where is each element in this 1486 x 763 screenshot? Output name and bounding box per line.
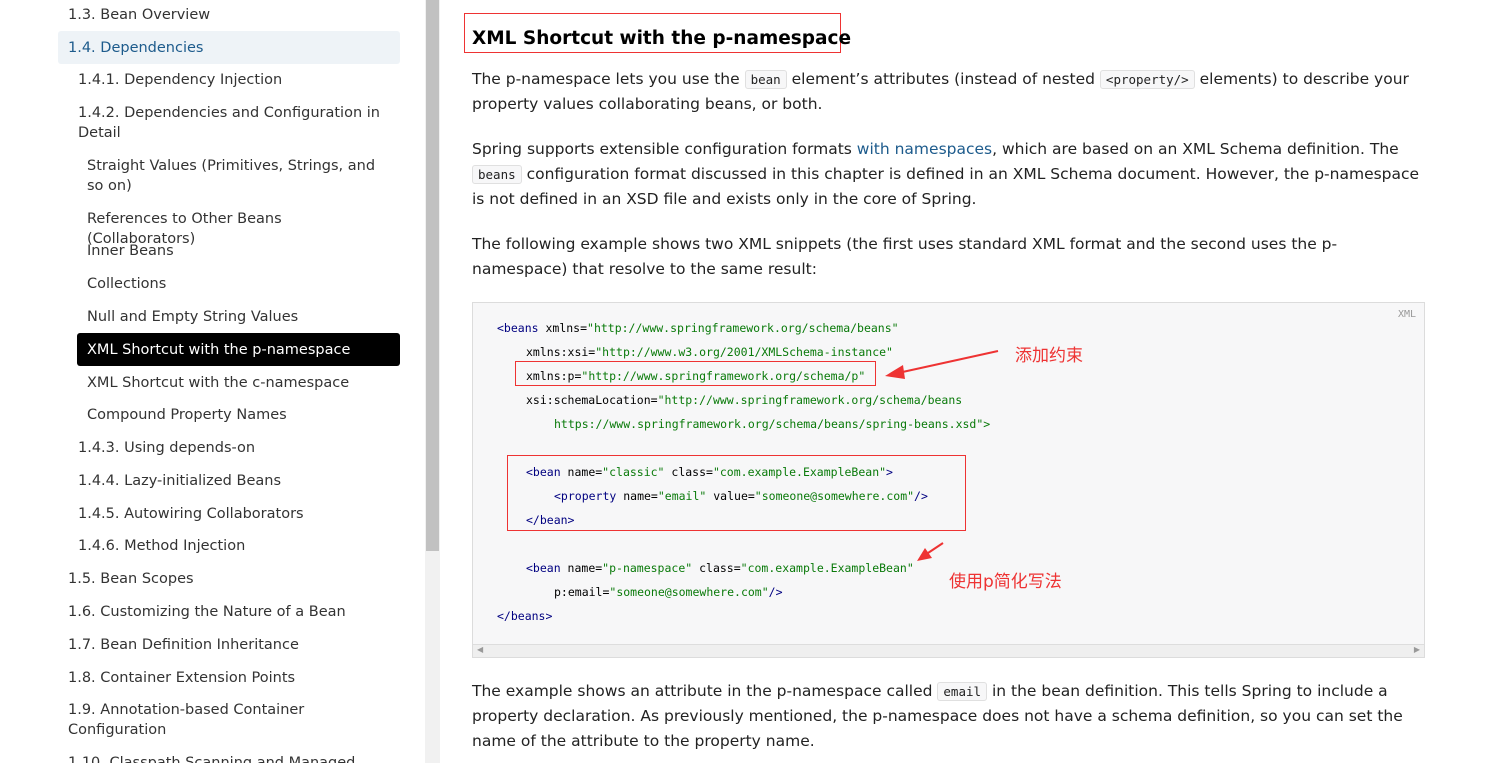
annotation-box-classic-bean [507, 455, 966, 531]
inline-code: email [937, 682, 988, 701]
arrow-line-1 [897, 350, 999, 374]
main-content: XML Shortcut with the p-namespace The p-… [440, 0, 1486, 763]
code-line: </beans> [497, 609, 553, 623]
arrow-head-1 [885, 365, 905, 379]
text: configuration format discussed in this c… [472, 165, 1420, 208]
toc-item[interactable]: 1.4.5. Autowiring Collaborators [78, 504, 388, 524]
toc-item[interactable]: 1.9. Annotation-based Container Configur… [68, 700, 398, 740]
toc-item[interactable]: Collections [87, 274, 392, 294]
code-line: xmlns:xsi="http://www.w3.org/2001/XMLSch… [526, 345, 893, 359]
toc-item[interactable]: Inner Beans [87, 241, 392, 261]
toc-item[interactable]: 1.10. Classpath Scanning and Managed [68, 753, 398, 763]
toc-item[interactable]: 1.4. Dependencies [68, 38, 398, 58]
toc-item[interactable]: Null and Empty String Values [87, 307, 392, 327]
scroll-left-icon[interactable]: ◀ [477, 645, 483, 654]
inline-code: beans [472, 165, 522, 184]
code-block[interactable]: XML <beans xmlns="http://www.springframe… [472, 302, 1425, 658]
paragraph-1: The p-namespace lets you use the bean el… [472, 67, 1430, 117]
annotation-use-p-shorthand: 使用p简化写法 [949, 572, 1062, 592]
code-line: <bean name="p-namespace" class="com.exam… [526, 561, 914, 575]
inline-code: <property/> [1099, 70, 1195, 89]
toc-item[interactable]: 1.4.2. Dependencies and Configuration in… [78, 103, 388, 143]
text: The example shows an attribute in the p-… [472, 682, 938, 700]
paragraph-3: The following example shows two XML snip… [472, 235, 1338, 278]
text: Spring supports extensible configuration… [472, 140, 857, 158]
code-line: p:email="someone@somewhere.com"/> [554, 585, 783, 599]
sidebar-scrollbar-thumb[interactable] [426, 0, 439, 551]
annotation-box-xmlns-p [515, 361, 876, 386]
toc-item[interactable]: 1.4.6. Method Injection [78, 536, 388, 556]
code-line: https://www.springframework.org/schema/b… [554, 417, 991, 431]
text: , which are based on an XML Schema defin… [992, 140, 1399, 158]
code-language-label: XML [1397, 309, 1416, 320]
code-line: xsi:schemaLocation="http://www.springfra… [526, 393, 963, 407]
text: element’s attributes (instead of nested [786, 70, 1100, 88]
toc-item[interactable]: 1.4.4. Lazy-initialized Beans [78, 471, 388, 491]
toc-item[interactable]: XML Shortcut with the c-namespace [87, 373, 392, 393]
paragraph-4: The example shows an attribute in the p-… [472, 679, 1430, 754]
toc-item[interactable]: 1.3. Bean Overview [68, 5, 398, 25]
toc-item[interactable]: 1.6. Customizing the Nature of a Bean [68, 602, 398, 622]
toc-sidebar: 1.3. Bean Overview 1.4. Dependencies 1.4… [0, 0, 425, 763]
toc-item[interactable]: 1.5. Bean Scopes [68, 569, 398, 589]
toc-item[interactable]: 1.4.1. Dependency Injection [78, 70, 388, 90]
scroll-right-icon[interactable]: ▶ [1414, 645, 1420, 654]
arrow-head-2 [917, 548, 932, 561]
code-line: <beans xmlns="http://www.springframework… [497, 321, 899, 335]
inline-code: bean [744, 70, 787, 89]
toc-item[interactable]: Compound Property Names [87, 405, 392, 425]
arrow-line-2 [924, 542, 944, 556]
annotation-add-constraint: 添加约束 [1015, 346, 1083, 366]
toc-item[interactable]: 1.4.3. Using depends-on [78, 438, 388, 458]
toc-item-active[interactable]: XML Shortcut with the p-namespace [87, 340, 392, 360]
paragraph-2: Spring supports extensible configuration… [472, 137, 1430, 212]
toc-item[interactable]: Straight Values (Primitives, Strings, an… [87, 156, 392, 196]
text: The p-namespace lets you use the [472, 70, 745, 88]
toc-item[interactable]: 1.8. Container Extension Points [68, 668, 398, 688]
code-horizontal-scrollbar[interactable]: ◀ ▶ [473, 644, 1424, 657]
namespaces-link[interactable]: with namespaces [857, 140, 992, 158]
toc-item[interactable]: 1.7. Bean Definition Inheritance [68, 635, 398, 655]
section-title: XML Shortcut with the p-namespace [472, 28, 852, 49]
